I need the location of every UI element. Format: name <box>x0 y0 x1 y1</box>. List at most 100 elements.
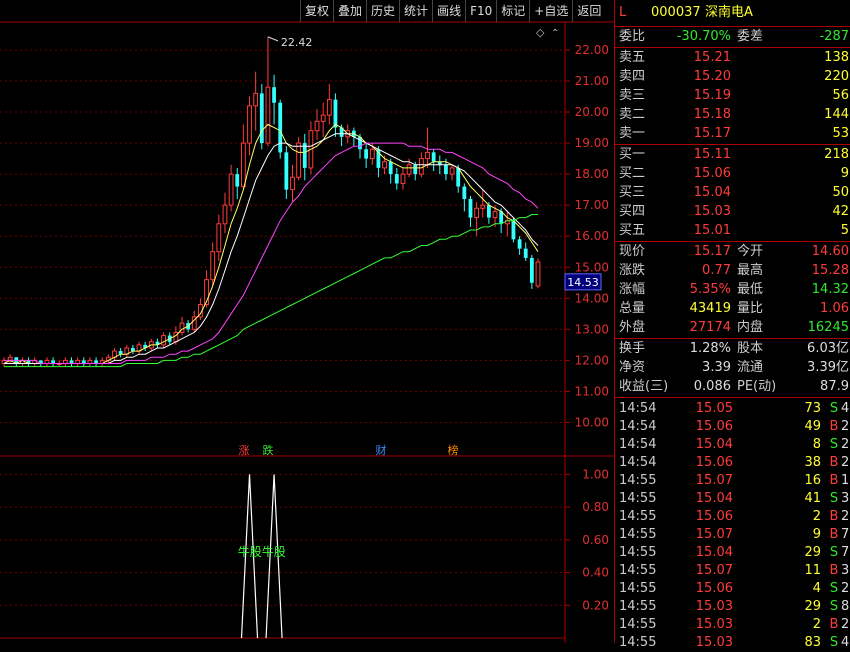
toolbar-button-7[interactable]: +自选 <box>529 0 572 22</box>
kline-chart[interactable]: ◇ ⌃ 22.00 21.00 20.00 19.00 18.00 17.00 16.00 15.… <box>0 0 614 643</box>
tick-flag: B <box>829 563 839 578</box>
toolbar-button-1[interactable]: 叠加 <box>333 0 366 22</box>
tick-row: 14:54 15.05 73 S 4 <box>615 400 850 418</box>
tick-time: 14:55 <box>619 509 657 524</box>
ask-label: 卖一 <box>619 126 646 141</box>
candle-body <box>240 142 246 188</box>
toolbar-button-4[interactable]: 画线 <box>432 0 465 22</box>
tick-flag: B <box>829 419 839 434</box>
tick-row: 14:55 15.04 29 S 7 <box>615 544 850 562</box>
bid-price: 15.01 <box>693 223 731 238</box>
candle-body <box>228 173 234 206</box>
candle-body <box>400 173 406 184</box>
tick-row: 14:55 15.06 2 B 2 <box>615 508 850 526</box>
toolbar-button-8[interactable]: 返回 <box>572 0 605 22</box>
share-row: 换手 1.28% 股本 6.03亿 <box>615 340 850 358</box>
tick-price: 15.04 <box>695 491 733 506</box>
stat-value: 27174 <box>689 320 731 335</box>
bid-volume: 218 <box>824 147 849 162</box>
tick-flag: S <box>829 581 839 596</box>
y-tick-label: 10.00 <box>575 415 609 429</box>
ask-row: 卖三 15.19 56 <box>615 87 850 105</box>
stat-value: 1.06 <box>820 301 849 316</box>
bid-label: 买二 <box>619 166 646 181</box>
tick-time: 14:55 <box>619 491 657 506</box>
stat-label: 总量 <box>619 301 646 316</box>
stat-row: 外盘 27174 内盘 16245 <box>615 319 850 337</box>
y-tick-label: 17.00 <box>575 198 609 212</box>
candle-body <box>406 164 412 175</box>
tick-volume: 29 <box>804 545 821 560</box>
share-value: 1.28% <box>689 341 731 356</box>
candle-body <box>388 161 393 175</box>
indicator-tick-label: 1.00 <box>582 467 609 481</box>
tick-count: 2 <box>841 437 850 452</box>
candle-body <box>296 142 302 178</box>
y-tick-label: 13.00 <box>575 322 609 336</box>
ma-line-0 <box>3 123 539 365</box>
stat-label: 涨跌 <box>619 263 646 278</box>
share-label: 换手 <box>619 341 646 356</box>
candle-body <box>284 152 289 190</box>
candle-body <box>529 257 534 283</box>
toolbar-button-2[interactable]: 历史 <box>366 0 399 22</box>
candle-body <box>523 248 528 258</box>
candle-body <box>486 205 491 218</box>
tick-volume: 2 <box>812 617 821 632</box>
candle-body <box>235 174 240 187</box>
candle-body <box>314 120 320 132</box>
toolbar-button-6[interactable]: 标记 <box>496 0 529 22</box>
y-tick-label: 20.00 <box>575 105 609 119</box>
candle-body <box>320 114 326 122</box>
tick-price: 15.07 <box>695 473 733 488</box>
indicator-tick-label: 0.60 <box>582 533 609 547</box>
event-marker: 跌 <box>263 443 274 457</box>
candle-body <box>302 143 307 168</box>
bid-label: 买五 <box>619 223 646 238</box>
share-value: 0.086 <box>693 379 731 394</box>
y-tick-label: 11.00 <box>575 384 609 398</box>
tick-count: 3 <box>841 563 850 578</box>
toolbar-button-3[interactable]: 统计 <box>399 0 432 22</box>
candle-body <box>474 207 480 219</box>
ask-price: 15.21 <box>693 50 731 65</box>
stat-value: 5.35% <box>689 282 731 297</box>
toolbar-button-0[interactable]: 复权 <box>300 0 333 22</box>
bid-row: 买三 15.04 50 <box>615 184 850 202</box>
stock-header: L 000037 深南电A <box>615 4 850 22</box>
y-tick-label: 18.00 <box>575 167 609 181</box>
candle-body <box>394 174 399 184</box>
bid-volume: 9 <box>840 166 849 181</box>
tick-time: 14:55 <box>619 581 657 596</box>
candle-body <box>253 92 259 107</box>
stat-label: 最高 <box>737 263 764 278</box>
candle-body <box>247 105 252 144</box>
candle-body <box>333 99 338 128</box>
ask-price: 15.18 <box>693 107 731 122</box>
y-tick-label: 14.00 <box>575 291 609 305</box>
stat-value: 0.77 <box>702 263 731 278</box>
tick-volume: 2 <box>812 509 821 524</box>
share-value: 3.39亿 <box>807 360 849 375</box>
stat-label: 今开 <box>737 244 764 259</box>
share-label: 净资 <box>619 360 646 375</box>
kline-chart-area[interactable]: ◇ ⌃ 22.00 21.00 20.00 19.00 18.00 17.00 16.00 15.… <box>0 0 614 643</box>
stat-value: 14.60 <box>811 244 849 259</box>
chart-toolbar: 复权 叠加 历史 统计 画线 F10 标记 +自选 返回 <box>300 0 605 22</box>
indicator-tick-label: 0.20 <box>582 598 609 612</box>
ma-line-3 <box>4 214 538 368</box>
tick-time: 14:55 <box>619 545 657 560</box>
tick-price: 15.03 <box>695 617 733 632</box>
tick-volume: 83 <box>804 635 821 650</box>
toolbar-button-5[interactable]: F10 <box>465 0 496 22</box>
current-price-label: 14.53 <box>567 276 599 289</box>
y-tick-label: 15.00 <box>575 260 609 274</box>
event-marker: 涨 <box>239 444 250 457</box>
event-marker: 财 <box>376 443 387 457</box>
candle-body <box>278 102 283 153</box>
tick-count: 4 <box>841 401 850 416</box>
candle-body <box>444 164 448 175</box>
tick-volume: 11 <box>804 563 821 578</box>
y-tick-label: 22.00 <box>575 43 609 57</box>
tick-price: 15.06 <box>695 455 733 470</box>
